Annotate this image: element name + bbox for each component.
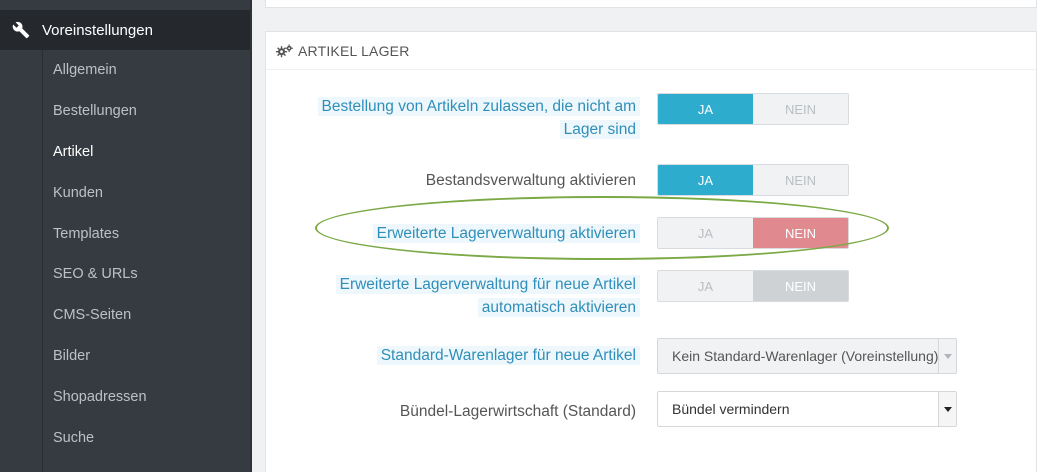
- select-value: Bündel vermindern: [672, 401, 790, 417]
- switch-advanced-stock-new[interactable]: JA NEIN: [657, 270, 849, 302]
- panel-artikel-lager: Artikel Lager Bestellung von Artikeln zu…: [265, 31, 1037, 472]
- sidebar: Voreinstellungen Allgemein Bestellungen …: [0, 0, 252, 472]
- setting-label-pack-stock: Bündel-Lagerwirtschaft (Standard): [399, 403, 636, 420]
- switch-backorders[interactable]: JA NEIN: [657, 93, 849, 125]
- switch-option-ja[interactable]: JA: [658, 218, 753, 248]
- sidebar-item-bestellungen[interactable]: Bestellungen: [0, 91, 252, 132]
- panel-title: Artikel Lager: [298, 42, 410, 59]
- sidebar-section-label: Voreinstellungen: [42, 21, 153, 39]
- switch-option-nein[interactable]: NEIN: [753, 218, 848, 248]
- sidebar-item-cms-seiten[interactable]: CMS-Seiten: [0, 295, 252, 336]
- setting-label-backorders: Bestellung von Artikeln zulassen, die ni…: [317, 95, 640, 141]
- switch-option-nein[interactable]: NEIN: [753, 165, 848, 195]
- setting-label-advanced-stock-new: Erweiterte Lagerverwaltung für neue Arti…: [335, 273, 640, 319]
- switch-option-nein[interactable]: NEIN: [753, 271, 848, 301]
- setting-label-default-warehouse: Standard-Warenlager für neue Artikel: [376, 344, 640, 367]
- main-content: Artikel Lager Bestellung von Artikeln zu…: [252, 0, 1037, 472]
- sidebar-item-allgemein[interactable]: Allgemein: [0, 50, 252, 91]
- sidebar-section-voreinstellungen[interactable]: Voreinstellungen: [0, 10, 250, 50]
- switch-stock-management[interactable]: JA NEIN: [657, 164, 849, 196]
- switch-option-ja[interactable]: JA: [658, 94, 753, 124]
- switch-option-ja[interactable]: JA: [658, 271, 753, 301]
- sidebar-item-artikel[interactable]: Artikel: [0, 132, 252, 173]
- wrench-icon: [0, 21, 42, 39]
- select-pack-stock[interactable]: Bündel vermindern: [657, 391, 957, 427]
- switch-option-ja[interactable]: JA: [658, 165, 753, 195]
- previous-panel: [265, 0, 1037, 8]
- sidebar-item-kunden[interactable]: Kunden: [0, 172, 252, 213]
- sidebar-item-templates[interactable]: Templates: [0, 213, 252, 254]
- submenu-divider: [42, 50, 43, 472]
- sidebar-item-shopadressen[interactable]: Shopadressen: [0, 376, 252, 417]
- sidebar-item-bilder[interactable]: Bilder: [0, 336, 252, 377]
- setting-label-stock-management: Bestandsverwaltung aktivieren: [425, 172, 636, 189]
- switch-option-nein[interactable]: NEIN: [753, 94, 848, 124]
- panel-heading: Artikel Lager: [266, 32, 1036, 70]
- switch-advanced-stock[interactable]: JA NEIN: [657, 217, 849, 249]
- caret-down-icon[interactable]: [938, 339, 956, 373]
- sidebar-submenu: Allgemein Bestellungen Artikel Kunden Te…: [0, 50, 252, 472]
- setting-label-advanced-stock: Erweiterte Lagerverwaltung aktivieren: [372, 222, 640, 245]
- sidebar-item-suche[interactable]: Suche: [0, 417, 252, 458]
- select-default-warehouse[interactable]: Kein Standard-Warenlager (Voreinstellung…: [657, 338, 957, 374]
- select-value: Kein Standard-Warenlager (Voreinstellung…: [672, 348, 938, 364]
- cogs-icon: [276, 43, 294, 58]
- caret-down-icon[interactable]: [938, 392, 956, 426]
- sidebar-item-seo-urls[interactable]: SEO & URLs: [0, 254, 252, 295]
